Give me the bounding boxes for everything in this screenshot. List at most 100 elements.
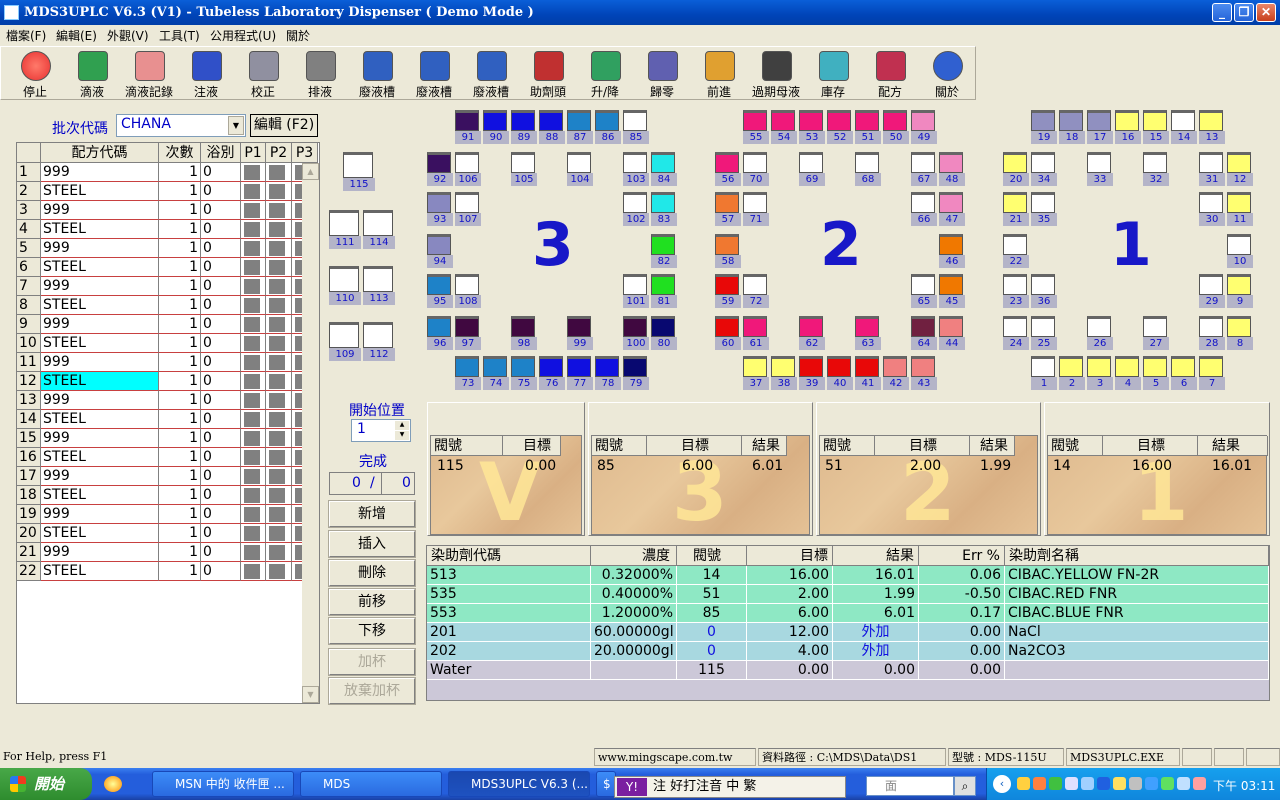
spin-down-icon[interactable]: ▼	[395, 431, 409, 440]
menu-view[interactable]: 外觀(V)	[107, 27, 149, 44]
toolbar-button-waste1[interactable]: 廢液槽	[349, 49, 405, 99]
grid-cell-code[interactable]: 999	[41, 277, 159, 296]
grid-cell-bath[interactable]: 0	[201, 277, 241, 296]
cup-74[interactable]: 74	[483, 356, 509, 392]
cup-18[interactable]: 18	[1059, 110, 1085, 146]
clock[interactable]: 下午 03:11	[1213, 777, 1275, 794]
cup-32[interactable]: 32	[1143, 152, 1169, 188]
grid-cell-count[interactable]: 1	[159, 448, 201, 467]
grid-cell-bath[interactable]: 0	[201, 258, 241, 277]
antivirus-icon[interactable]	[1049, 777, 1062, 790]
grid-cell-p2[interactable]	[266, 448, 292, 467]
table-row[interactable]: 9 999 1 0	[17, 315, 318, 334]
cup-24[interactable]: 24	[1003, 316, 1029, 352]
move-up-button[interactable]: 前移	[328, 588, 416, 616]
grid-cell-count[interactable]: 1	[159, 296, 201, 315]
grid-cell-p1[interactable]	[241, 277, 266, 296]
grid-cell-p2[interactable]	[266, 467, 292, 486]
table-row[interactable]: Water 115 0.00 0.00 0.00	[427, 661, 1269, 680]
tray-expand-icon[interactable]: ‹	[993, 775, 1011, 793]
grid-cell-p1[interactable]	[241, 429, 266, 448]
scroll-down-icon[interactable]: ▼	[302, 686, 319, 703]
cup-101[interactable]: 101	[623, 274, 649, 310]
grid-cell-code[interactable]: 999	[41, 543, 159, 562]
grid-cell-bath[interactable]: 0	[201, 201, 241, 220]
cup-34[interactable]: 34	[1031, 152, 1057, 188]
connection-icon[interactable]	[1161, 777, 1174, 790]
grid-cell-count[interactable]: 1	[159, 315, 201, 334]
cup-31[interactable]: 31	[1199, 152, 1225, 188]
grid-cell-count[interactable]: 1	[159, 486, 201, 505]
cup-8[interactable]: 8	[1227, 316, 1253, 352]
toolbar-button-waste2[interactable]: 廢液槽	[406, 49, 462, 99]
grid-cell-bath[interactable]: 0	[201, 410, 241, 429]
batch-code-select[interactable]: CHANA ▼	[116, 114, 246, 137]
cup-10[interactable]: 10	[1227, 234, 1253, 270]
grid-cell-count[interactable]: 1	[159, 372, 201, 391]
cup-94[interactable]: 94	[427, 234, 453, 270]
grid-cell-bath[interactable]: 0	[201, 543, 241, 562]
maximize-button[interactable]: ❐	[1234, 3, 1254, 22]
grid-cell-p2[interactable]	[266, 410, 292, 429]
grid-cell-bath[interactable]: 0	[201, 448, 241, 467]
cup-72[interactable]: 72	[743, 274, 769, 310]
cup-25[interactable]: 25	[1031, 316, 1057, 352]
grid-cell-code[interactable]: 999	[41, 467, 159, 486]
grid-cell-bath[interactable]: 0	[201, 467, 241, 486]
cup-92[interactable]: 92	[427, 152, 453, 188]
table-row[interactable]: 21 999 1 0	[17, 543, 318, 562]
cup-5[interactable]: 5	[1143, 356, 1169, 392]
cup-49[interactable]: 49	[911, 110, 937, 146]
grid-cell-p2[interactable]	[266, 277, 292, 296]
cup-90[interactable]: 90	[483, 110, 509, 146]
cup-2[interactable]: 2	[1059, 356, 1085, 392]
cup-99[interactable]: 99	[567, 316, 593, 352]
toolbar-button-waste3[interactable]: 廢液槽	[463, 49, 519, 99]
table-row[interactable]: 8 STEEL 1 0	[17, 296, 318, 315]
cup-54[interactable]: 54	[771, 110, 797, 146]
cup-39[interactable]: 39	[799, 356, 825, 392]
cup-35[interactable]: 35	[1031, 192, 1057, 228]
grid-cell-p2[interactable]	[266, 163, 292, 182]
grid-cell-code[interactable]: STEEL	[41, 334, 159, 353]
table-row[interactable]: 1 999 1 0	[17, 163, 318, 182]
cup-42[interactable]: 42	[883, 356, 909, 392]
insert-button[interactable]: 插入	[328, 530, 416, 558]
cup-19[interactable]: 19	[1031, 110, 1057, 146]
scroll-up-icon[interactable]: ▲	[302, 163, 319, 180]
cup-22[interactable]: 22	[1003, 234, 1029, 270]
grid-cell-bath[interactable]: 0	[201, 429, 241, 448]
cup-75[interactable]: 75	[511, 356, 537, 392]
grid-cell-p1[interactable]	[241, 353, 266, 372]
grid-cell-count[interactable]: 1	[159, 505, 201, 524]
grid-cell-p1[interactable]	[241, 163, 266, 182]
cup-47[interactable]: 47	[939, 192, 965, 228]
cup-64[interactable]: 64	[911, 316, 937, 352]
cup-21[interactable]: 21	[1003, 192, 1029, 228]
table-row[interactable]: 17 999 1 0	[17, 467, 318, 486]
cup-106[interactable]: 106	[455, 152, 481, 188]
table-row[interactable]: 201 60.00000gl 0 12.00 外加 0.00 NaCl	[427, 623, 1269, 642]
toolbar-button-stop[interactable]: 停止	[7, 49, 63, 99]
cup-14[interactable]: 14	[1171, 110, 1197, 146]
grid-cell-p1[interactable]	[241, 562, 266, 581]
cup-63[interactable]: 63	[855, 316, 881, 352]
grid-cell-count[interactable]: 1	[159, 182, 201, 201]
grid-cell-p1[interactable]	[241, 182, 266, 201]
table-row[interactable]: 202 20.00000gl 0 4.00 外加 0.00 Na2CO3	[427, 642, 1269, 661]
add-button[interactable]: 新增	[328, 500, 416, 528]
grid-cell-p1[interactable]	[241, 315, 266, 334]
grid-cell-count[interactable]: 1	[159, 334, 201, 353]
grid-cell-code[interactable]: STEEL	[41, 182, 159, 201]
toolbar-button-record[interactable]: 滴液記錄	[121, 49, 177, 99]
grid-cell-count[interactable]: 1	[159, 220, 201, 239]
cup-115[interactable]: 115	[343, 152, 375, 191]
cup-104[interactable]: 104	[567, 152, 593, 188]
cup-96[interactable]: 96	[427, 316, 453, 352]
grid-cell-count[interactable]: 1	[159, 258, 201, 277]
cup-50[interactable]: 50	[883, 110, 909, 146]
cup-91[interactable]: 91	[455, 110, 481, 146]
table-row[interactable]: 3 999 1 0	[17, 201, 318, 220]
grid-cell-count[interactable]: 1	[159, 562, 201, 581]
start-button[interactable]: 開始	[0, 768, 92, 800]
